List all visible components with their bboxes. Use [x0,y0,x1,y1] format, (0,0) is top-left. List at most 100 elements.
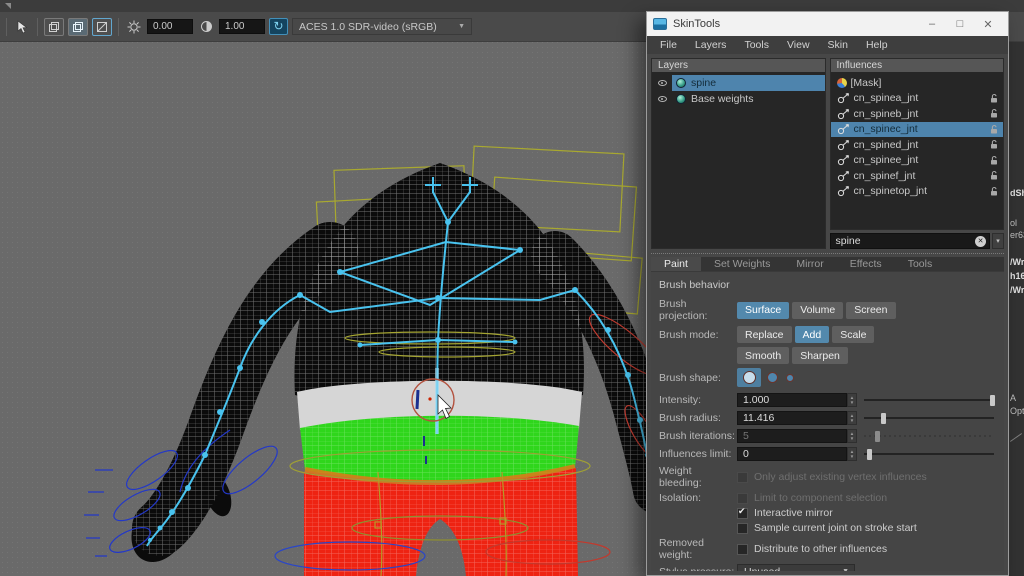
chevron-down-icon: ▼ [842,568,849,571]
tab[interactable]: Paint [651,257,701,271]
brush-projection-button[interactable]: Surface [737,301,790,319]
exposure-field[interactable]: 0.00 [147,19,193,34]
tab[interactable]: Effects [837,257,895,271]
color-management-icon[interactable]: ↻ [269,18,288,35]
view-transform-dropdown[interactable]: ACES 1.0 SDR-video (sRGB) ▼ [292,18,472,35]
title-bar[interactable]: SkinTools – □ ✕ [647,12,1008,36]
intensity-field[interactable]: 1.000 [737,393,847,407]
brush-mode-button[interactable]: Scale [832,326,875,343]
layer-row[interactable]: spine [652,75,825,91]
removed-weight-checkbox[interactable]: ✔ [737,543,748,555]
clear-search-icon[interactable]: ✕ [975,235,986,247]
layers-panel: Layers spine Base weights [651,58,826,249]
joint-icon [837,93,849,104]
brush-shape-medium-button[interactable] [767,372,778,383]
influence-row[interactable]: cn_spinef_jnt [831,168,1004,184]
chevron-down-icon: ▼ [458,23,465,30]
menu-item[interactable]: View [778,36,819,54]
intensity-slider[interactable] [864,394,996,406]
brush-mode-label: Brush mode: [659,328,719,341]
influence-row[interactable]: cn_spinee_jnt [831,153,1004,169]
lock-icon[interactable] [988,186,1000,197]
isolation-label: Isolation: [659,492,702,504]
visibility-eye-icon[interactable] [652,80,672,86]
interactive-mirror-checkbox[interactable]: ✔ [737,506,748,519]
influence-row[interactable]: cn_spineb_jnt [831,106,1004,122]
mask-sphere-icon [836,78,847,89]
search-options-button[interactable]: ▾ [992,233,1004,249]
visibility-eye-icon[interactable] [652,96,672,102]
influence-row[interactable]: cn_spinec_jnt [830,121,1003,137]
menu-item[interactable]: File [651,36,686,54]
influences-limit-label: Influences limit: [659,448,732,460]
brush-iterations-slider [864,430,996,442]
menu-item[interactable]: Layers [686,36,736,54]
joint-icon [837,124,849,135]
brush-mode-button[interactable]: Sharpen [792,347,848,364]
tab[interactable]: Mirror [783,257,836,271]
brush-radius-field[interactable]: 11.416 [737,411,847,425]
intensity-spinner[interactable]: ▲ ▼ [847,393,857,407]
influence-name: cn_spined_jnt [853,138,919,151]
brush-iterations-spinner: ▲ ▼ [847,429,857,443]
influences-limit-spinner[interactable]: ▲ ▼ [847,447,857,461]
viewport-3d-scene [84,145,660,576]
sample-joint-option: Sample current joint on stroke start [754,522,917,534]
influences-limit-field[interactable]: 0 [737,447,847,461]
close-button[interactable]: ✕ [974,18,1002,31]
lock-icon[interactable] [988,139,1000,150]
lock-icon[interactable] [988,170,1000,181]
lock-icon[interactable] [988,155,1000,166]
lock-icon[interactable] [988,93,1000,104]
influence-name: cn_spinef_jnt [853,169,916,182]
brush-radius-label: Brush radius: [659,412,721,424]
screen-projection-button[interactable] [92,17,112,36]
clipped-text: /Wra [1010,257,1024,267]
exposure-icon[interactable] [125,18,143,36]
stylus-pressure-value: Unused [744,566,780,572]
influence-row[interactable]: cn_spined_jnt [831,137,1004,153]
brush-mode-button[interactable]: Add [794,326,830,343]
interactive-mirror-option: Interactive mirror [754,507,833,519]
layers-list: spine Base weights [652,72,825,248]
brush-shape-soft-button[interactable] [737,368,761,387]
toolbar-divider [6,17,7,36]
joint-icon [837,155,849,166]
menu-item[interactable]: Tools [735,36,778,54]
contrast-icon[interactable] [197,18,215,36]
background-app-strip: Ed dShap ol er63 /Wra h16 /Wra A Opti [1009,0,1024,576]
brush-projection-button[interactable]: Volume [792,301,844,319]
tab[interactable]: Set Weights [701,257,783,271]
select-tool-icon[interactable] [13,18,31,36]
influences-limit-slider[interactable] [864,448,996,460]
search-value: spine [835,235,861,247]
clipped-text: Opti [1010,406,1024,416]
skintools-window: SkinTools – □ ✕ File Layers Tools View Skin H… [646,11,1009,576]
contrast-field[interactable]: 1.00 [219,19,265,34]
brush-radius-slider[interactable] [864,412,996,424]
layer-row[interactable]: Base weights [652,91,825,107]
layer-blend-button[interactable] [68,17,88,36]
influence-row[interactable]: cn_spinetop_jnt [831,184,1004,200]
stylus-pressure-dropdown[interactable]: Unused ▼ [737,564,855,571]
minimize-button[interactable]: – [918,18,946,31]
influence-row[interactable]: [Mask] [831,75,1004,91]
sample-joint-checkbox[interactable]: ✔ [737,522,748,534]
maximize-button[interactable]: □ [946,18,974,31]
influence-search-input[interactable]: spine ✕ [829,233,990,249]
menu-item[interactable]: Skin [819,36,857,54]
brush-shape-hard-button[interactable] [786,373,794,382]
influence-row[interactable]: cn_spinea_jnt [831,91,1004,107]
weight-bleeding-option: Only adjust existing vertex influences [754,471,927,483]
brush-mode-button[interactable]: Replace [737,326,792,343]
tab[interactable]: Tools [895,257,946,271]
menu-item[interactable]: Help [857,36,897,54]
layer-stack-button[interactable] [44,17,64,36]
tool-tabs: Paint Set Weights Mirror Effects Tools [651,257,1004,272]
brush-projection-button[interactable]: Screen [846,301,896,319]
lock-icon[interactable] [988,124,1000,135]
lock-icon[interactable] [988,108,1000,119]
brush-radius-spinner[interactable]: ▲ ▼ [847,411,857,425]
brush-mode-button[interactable]: Smooth [737,347,790,364]
intensity-label: Intensity: [659,394,702,406]
